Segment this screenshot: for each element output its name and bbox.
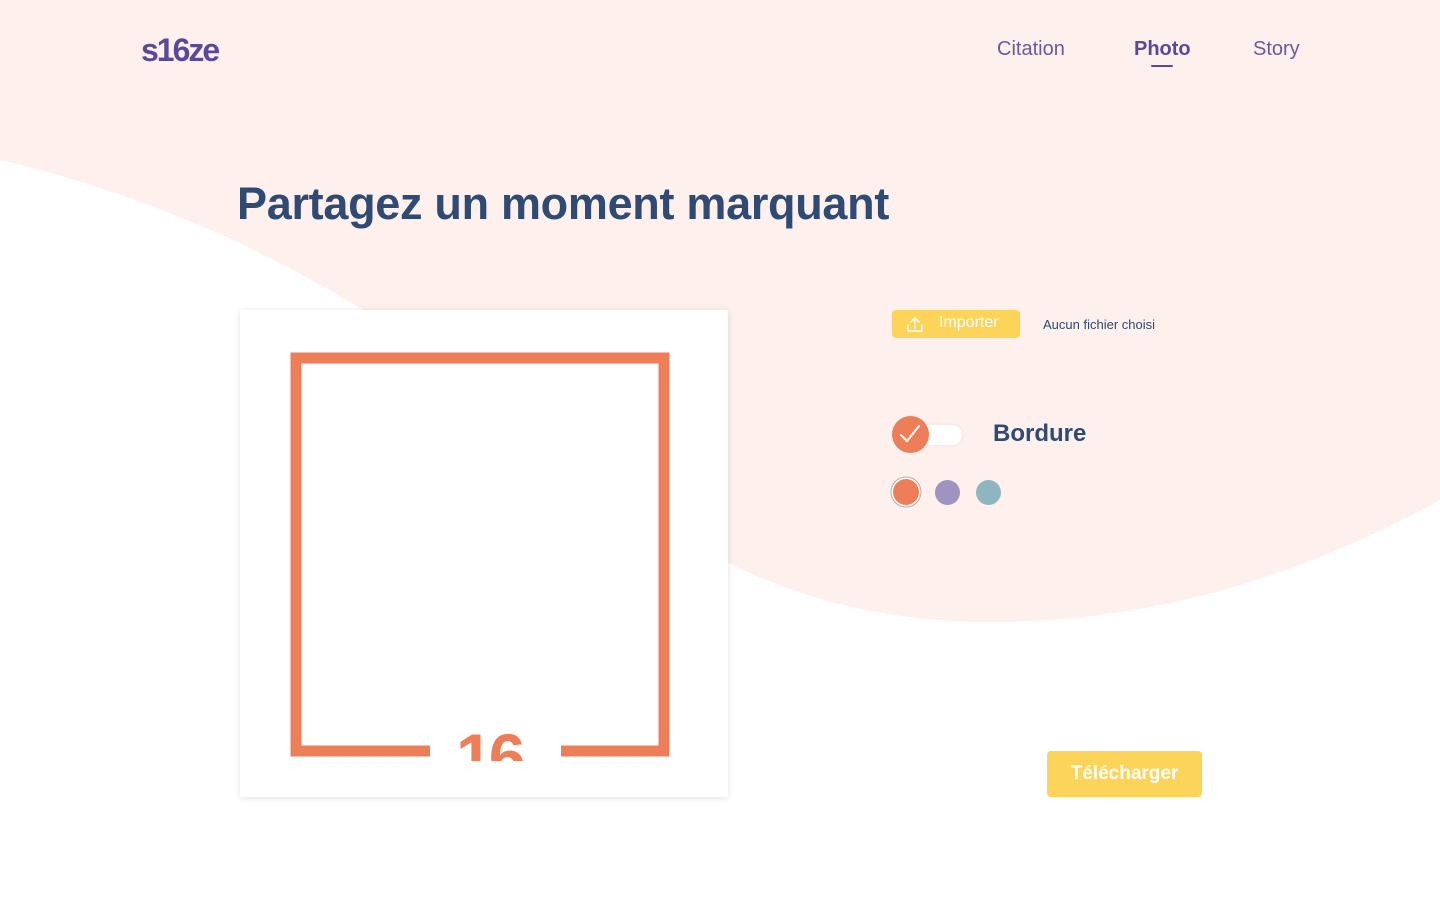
swatch-purple[interactable]	[935, 480, 960, 505]
upload-icon	[907, 317, 923, 332]
download-button[interactable]: Télécharger	[1047, 751, 1202, 797]
swatch-teal[interactable]	[976, 480, 1001, 505]
nav-photo-label: Photo	[1134, 38, 1191, 60]
photo-frame: 16	[290, 352, 670, 794]
file-status-text: Aucun fichier choisi	[1043, 317, 1155, 332]
frame-border	[290, 352, 670, 757]
main-nav: Citation Photo Story	[0, 38, 1440, 68]
border-label: Bordure	[993, 420, 1087, 447]
checkmark-icon	[900, 425, 920, 442]
import-label: Importer	[939, 314, 999, 331]
page-title: Partagez un moment marquant	[237, 178, 890, 229]
nav-active-underline	[1151, 65, 1174, 67]
frame-badge: 16	[456, 720, 524, 794]
nav-story[interactable]: Story	[1253, 38, 1300, 61]
photo-preview-card: 16	[240, 310, 728, 797]
border-toggle[interactable]	[892, 416, 964, 454]
nav-photo[interactable]: Photo	[1134, 38, 1191, 67]
nav-citation-label: Citation	[997, 38, 1065, 60]
swatch-orange[interactable]	[893, 479, 919, 505]
nav-citation[interactable]: Citation	[997, 38, 1065, 61]
import-button[interactable]: Importer	[892, 310, 1020, 338]
nav-story-label: Story	[1253, 38, 1300, 60]
toggle-knob	[892, 416, 929, 453]
